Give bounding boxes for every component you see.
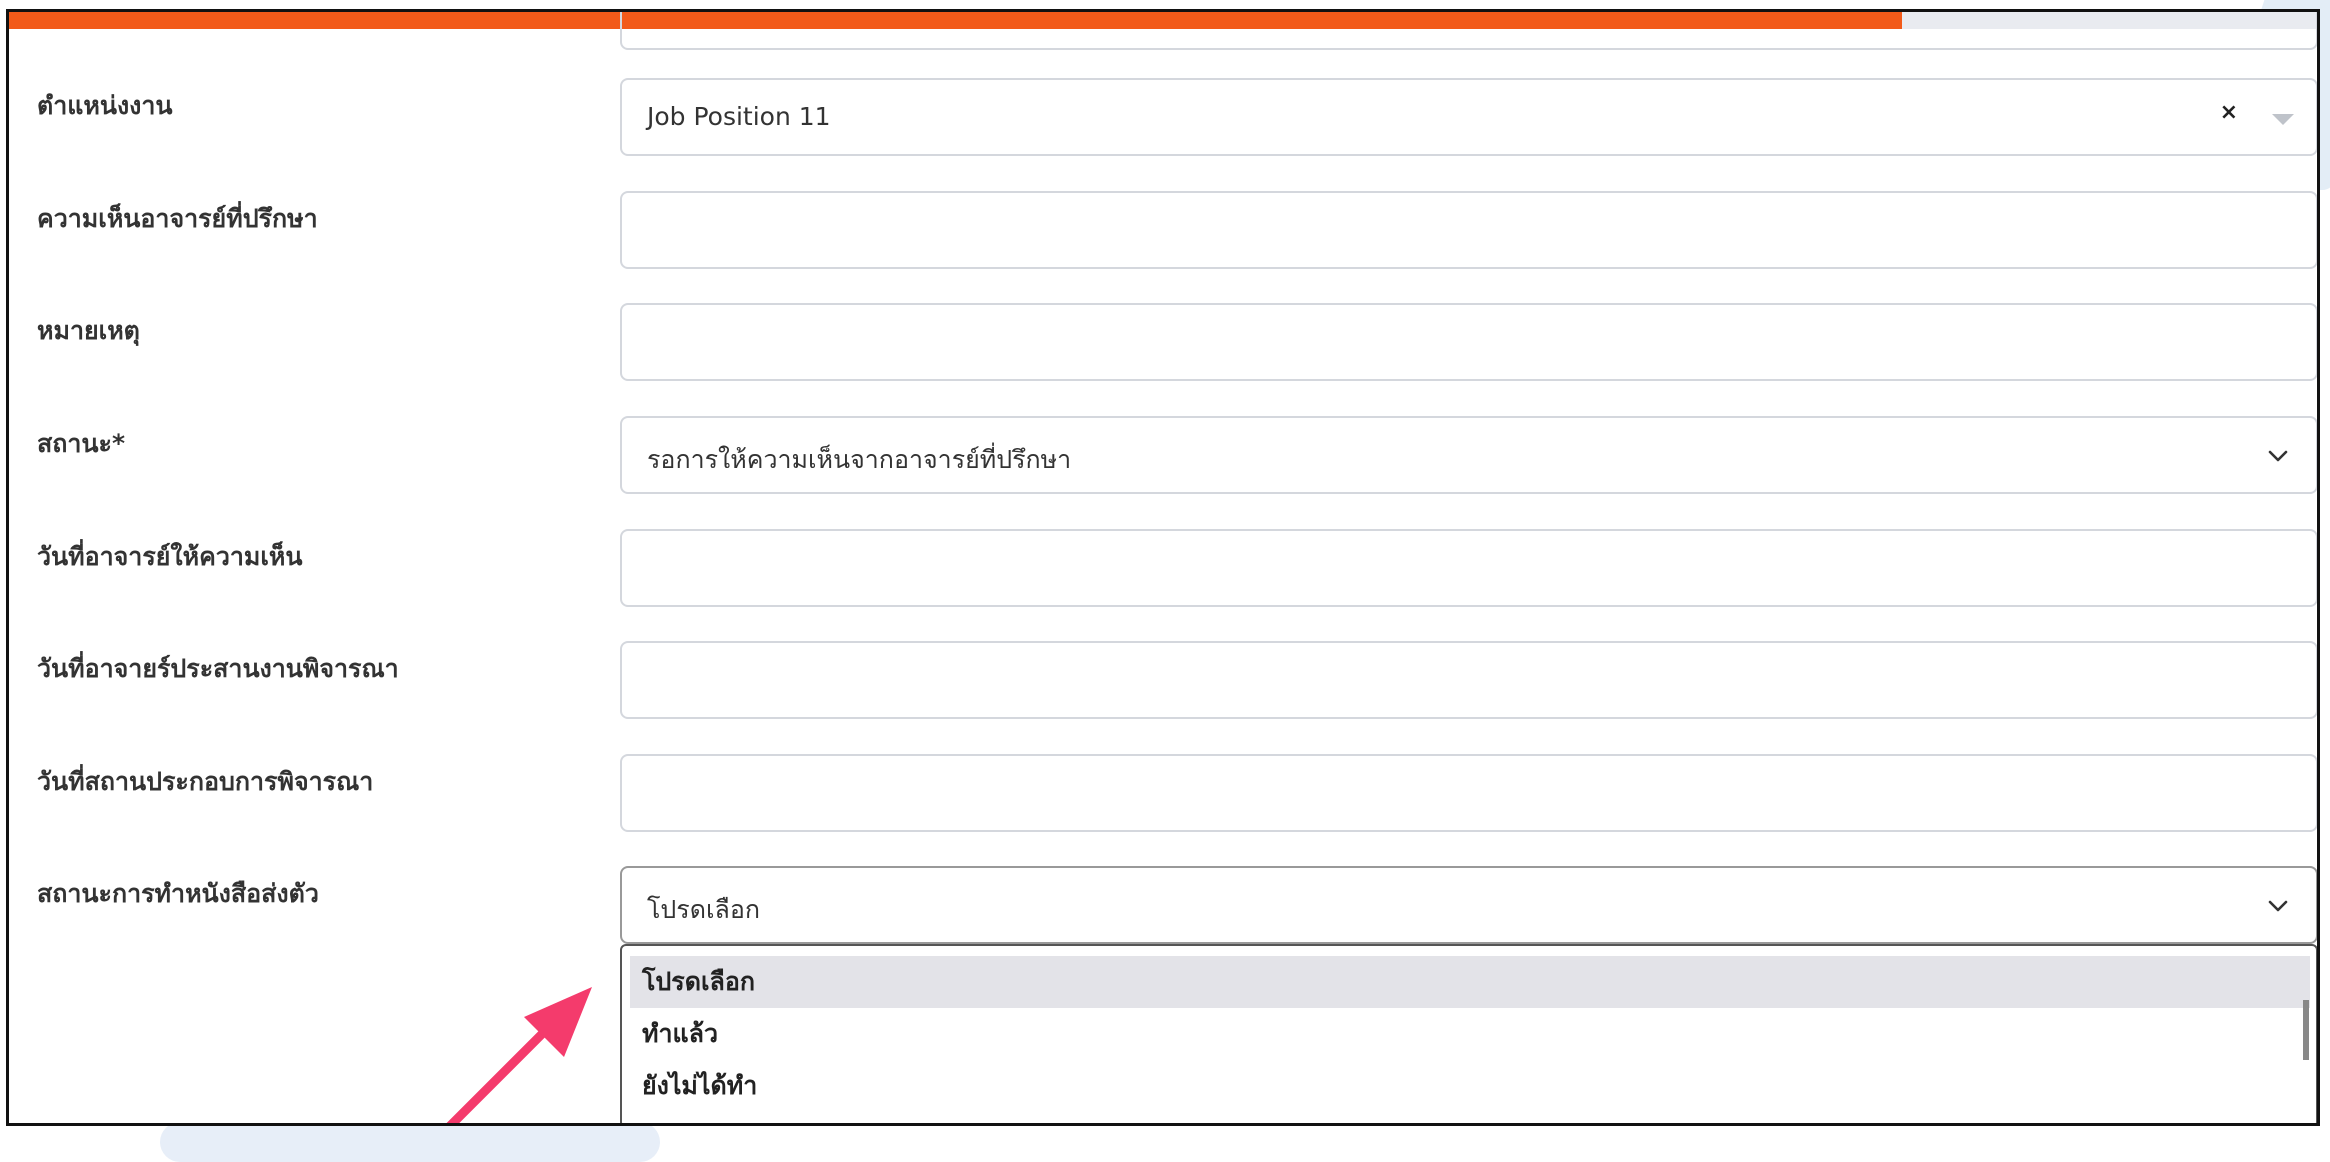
company-date-input[interactable] [620, 754, 2317, 832]
letter-status-dropdown: โปรดเลือก ทำแล้ว ยังไม่ได้ทำ [620, 944, 2317, 1123]
advisor-comment-date-input[interactable] [620, 529, 2317, 607]
status-select[interactable]: รอการให้ความเห็นจากอาจารย์ที่ปรึกษา [620, 416, 2317, 494]
field-label-job-position: ตำแหน่งงาน [37, 91, 173, 120]
field-row-status: สถานะ* รอการให้ความเห็นจากอาจารย์ที่ปรึก… [9, 416, 2317, 496]
caret-down-icon[interactable] [2272, 114, 2294, 125]
field-row-remark: หมายเหตุ [9, 303, 2317, 383]
field-row-company-date: วันที่สถานประกอบการพิจารณา [9, 754, 2317, 834]
scrollbar[interactable] [2303, 1000, 2309, 1060]
letter-status-value: โปรดเลือก [647, 895, 760, 924]
field-row-coordinator-date: วันที่อาจายร์ประสานงานพิจารณา [9, 641, 2317, 721]
form-frame: ตำแหน่งงาน Job Position 11 × ความเห็นอาจ… [6, 9, 2320, 1126]
clear-x-icon[interactable]: × [2220, 100, 2238, 125]
letter-status-select[interactable]: โปรดเลือก [620, 866, 2317, 944]
field-label-letter-status: สถานะการทำหนังสือส่งตัว [37, 879, 319, 908]
dropdown-option-not-done[interactable]: ยังไม่ได้ทำ [630, 1060, 2310, 1112]
advisor-comment-input[interactable] [620, 191, 2317, 269]
annotation-arrow-icon [446, 987, 592, 1123]
previous-field-input[interactable] [620, 12, 2317, 50]
remark-input[interactable] [620, 303, 2317, 381]
field-label-coordinator-date: วันที่อาจายร์ประสานงานพิจารณา [37, 654, 399, 683]
field-row-advisor-comment: ความเห็นอาจารย์ที่ปรึกษา [9, 191, 2317, 271]
job-position-value: Job Position 11 [647, 102, 831, 131]
field-label-advisor-comment: ความเห็นอาจารย์ที่ปรึกษา [37, 204, 318, 233]
background-shape-bottom [160, 1122, 660, 1162]
chevron-down-icon [2268, 450, 2288, 462]
field-row-advisor-comment-date: วันที่อาจารย์ให้ความเห็น [9, 529, 2317, 609]
field-label-company-date: วันที่สถานประกอบการพิจารณา [37, 767, 374, 796]
field-label-remark: หมายเหตุ [37, 316, 140, 345]
field-label-status: สถานะ* [37, 429, 126, 458]
dropdown-option-please-select[interactable]: โปรดเลือก [630, 956, 2310, 1008]
chevron-down-icon [2268, 900, 2288, 912]
status-value: รอการให้ความเห็นจากอาจารย์ที่ปรึกษา [647, 445, 1072, 474]
job-position-select[interactable]: Job Position 11 × [620, 78, 2317, 156]
field-row-job-position: ตำแหน่งงาน Job Position 11 × [9, 78, 2317, 158]
coordinator-date-input[interactable] [620, 641, 2317, 719]
dropdown-option-done[interactable]: ทำแล้ว [630, 1008, 2310, 1060]
field-label-advisor-comment-date: วันที่อาจารย์ให้ความเห็น [37, 542, 303, 571]
field-row-letter-status: สถานะการทำหนังสือส่งตัว โปรดเลือก [9, 866, 2317, 946]
